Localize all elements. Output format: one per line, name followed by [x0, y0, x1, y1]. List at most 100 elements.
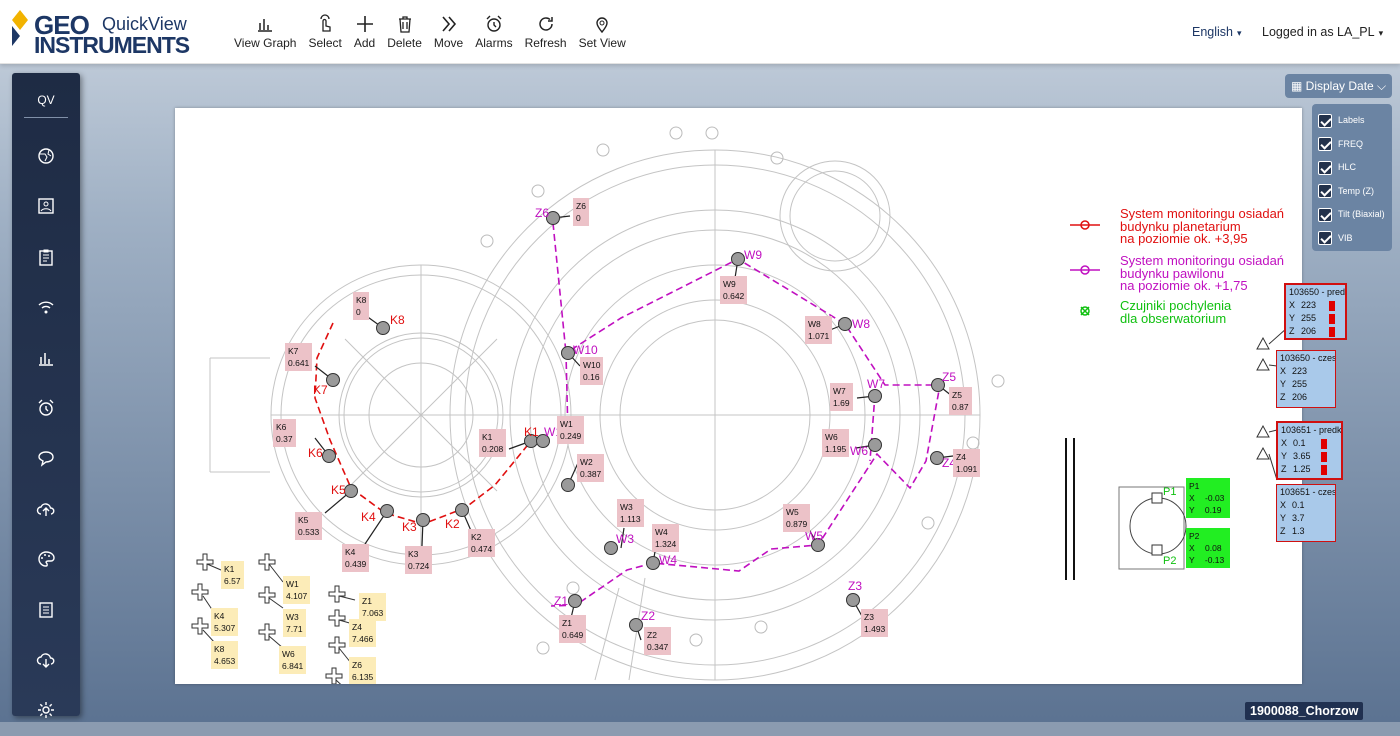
- sidebar-item-bar-chart[interactable]: [36, 348, 56, 368]
- point-label-k1[interactable]: K1 0.208: [479, 429, 507, 457]
- user-menu[interactable]: Logged in as LA_PL ▾: [1262, 25, 1383, 39]
- sidebar-item-image[interactable]: [36, 196, 56, 216]
- point-value: 0.347: [647, 642, 669, 652]
- checkbox-checked-icon[interactable]: [1318, 184, 1332, 199]
- point-label-z2[interactable]: Z2 0.347: [644, 627, 672, 655]
- point-name: K3: [408, 549, 419, 559]
- refresh-button[interactable]: Refresh: [519, 14, 573, 58]
- point-label-k7[interactable]: K7 0.641: [285, 343, 313, 371]
- point-label-w10[interactable]: W10 0.16: [580, 357, 604, 385]
- sidebar-item-wireless[interactable]: [36, 297, 56, 317]
- sensor-label-k1[interactable]: K1 6.57: [221, 561, 244, 589]
- tilt-title: 103650 - predk: [1289, 287, 1347, 297]
- point-name: W6: [825, 432, 838, 442]
- tilt-readout-box[interactable]: 103651 - predk X 0.1 Y 3.65 Z 1.25: [1276, 421, 1343, 480]
- display-date-button[interactable]: ▦ Display Date ⌵: [1285, 74, 1392, 98]
- point-label-z1[interactable]: Z1 0.649: [559, 615, 587, 643]
- sensor-label-k4[interactable]: K4 5.307: [211, 608, 239, 636]
- layer-toggle-freq[interactable]: FREQ: [1318, 136, 1363, 154]
- cloud-upload-icon: [36, 503, 55, 516]
- alarms-button[interactable]: Alarms: [469, 14, 518, 58]
- point-value: 0: [576, 213, 581, 223]
- point-label-z6[interactable]: Z6 0: [573, 198, 589, 226]
- layer-toggle-labels[interactable]: Labels: [1318, 112, 1365, 130]
- layer-toggle-tilt-biaxial-[interactable]: Tilt (Biaxial): [1318, 206, 1385, 224]
- checkbox-checked-icon[interactable]: [1318, 160, 1332, 175]
- tilt-readout-box[interactable]: 103651 - czest X 0.1 Y 3.7 Z 1.3: [1276, 484, 1336, 542]
- svg-text:Z5: Z5: [942, 370, 956, 384]
- logo-mark-icon: [12, 10, 28, 46]
- point-label-k6[interactable]: K6 0.37: [273, 419, 296, 447]
- point-label-z4[interactable]: Z4 1.091: [953, 449, 981, 477]
- sidebar-item-clipboard[interactable]: [36, 247, 56, 267]
- point-label-w9[interactable]: W9 0.642: [720, 276, 748, 304]
- pointer-hand-icon: [320, 14, 331, 32]
- point-label-w8[interactable]: W8 1.071: [805, 316, 833, 344]
- select-button[interactable]: Select: [302, 14, 347, 58]
- checkbox-checked-icon[interactable]: [1318, 137, 1332, 152]
- point-label-k8[interactable]: K8 0: [353, 292, 370, 320]
- tilt-sensor-p2[interactable]: P2 X 0.08 Y -0.13: [1186, 528, 1230, 568]
- checkbox-checked-icon[interactable]: [1318, 113, 1332, 128]
- tilt-readout-box[interactable]: 103650 - czest X 223 Y 255 Z 206: [1276, 350, 1336, 408]
- checkbox-checked-icon[interactable]: [1318, 231, 1332, 246]
- point-label-k3[interactable]: K3 0.724: [405, 546, 433, 574]
- layer-toggle-vib[interactable]: VIB: [1318, 230, 1353, 248]
- axis-label: X: [1280, 500, 1287, 510]
- sidebar-item-gear[interactable]: [36, 700, 56, 720]
- map-pin-icon: [596, 17, 608, 34]
- point-label-w6[interactable]: W6 1.195: [822, 429, 850, 457]
- sidebar-item-globe[interactable]: [36, 146, 56, 166]
- set-view-button[interactable]: Set View: [573, 14, 632, 58]
- point-label-k4[interactable]: K4 0.439: [342, 544, 370, 572]
- sensor-label-w1[interactable]: W1 4.107: [283, 576, 311, 604]
- sidebar-item-cloud-download[interactable]: [36, 650, 56, 670]
- point-label-w1[interactable]: W1 0.249: [557, 416, 585, 444]
- checkbox-checked-icon[interactable]: [1318, 207, 1332, 222]
- sensor-label-k8[interactable]: K8 4.653: [211, 641, 239, 669]
- point-label-k2[interactable]: K2 0.474: [468, 529, 496, 557]
- layer-toggle-temp-z-[interactable]: Temp (Z): [1318, 183, 1374, 201]
- sensor-label-z6[interactable]: Z6 6.135: [349, 657, 377, 684]
- toolbar-label: Move: [433, 36, 464, 50]
- view-graph-button[interactable]: View Graph: [228, 14, 302, 58]
- sidebar-item-cloud-upload[interactable]: [36, 499, 56, 519]
- sidebar-item-palette[interactable]: [36, 549, 56, 569]
- toolbar-label: Add: [353, 36, 376, 50]
- sidebar-item-document[interactable]: [36, 600, 56, 620]
- sensor-label-w3[interactable]: W3 7.71: [283, 609, 306, 637]
- point-label-k5[interactable]: K5 0.533: [295, 512, 323, 540]
- sensor-label-z1[interactable]: Z1 7.063: [359, 593, 387, 621]
- axis-label: Y: [1289, 313, 1296, 323]
- geo-instruments-logo[interactable]: GEO QuickView INSTRUMENTS: [10, 8, 210, 58]
- point-value: 1.69: [833, 398, 850, 408]
- point-label-w2[interactable]: W2 0.387: [577, 454, 605, 482]
- floor-plan-canvas[interactable]: K8 K7 K6 K5 K4 K3 K2 K1 W1 W10 W3 W4 W5 W6 W7 W8 W9…: [175, 108, 1302, 684]
- sidebar-item-chat[interactable]: [36, 448, 56, 468]
- point-label-w7[interactable]: W7 1.69: [830, 383, 853, 411]
- layer-toggle-hlc[interactable]: HLC: [1318, 159, 1356, 177]
- sensor-label-w6[interactable]: W6 6.841: [279, 646, 307, 674]
- point-label-w5[interactable]: W5 0.879: [783, 504, 811, 532]
- tilt-readout-box[interactable]: 103650 - predk X 223 Y 255 Z 206: [1284, 283, 1347, 340]
- point-value: 1.091: [956, 464, 978, 474]
- delete-button[interactable]: Delete: [381, 14, 428, 58]
- point-name: K4: [345, 547, 356, 557]
- tilt-sensor-p1[interactable]: P1 X -0.03 Y 0.19: [1186, 478, 1230, 518]
- sidebar-title[interactable]: QV: [12, 93, 80, 107]
- toolbar-label: Select: [308, 36, 342, 50]
- horizontal-scrollbar[interactable]: [0, 722, 1400, 736]
- sidebar-item-alarm[interactable]: [36, 398, 56, 418]
- point-label-z5[interactable]: Z5 0.87: [949, 387, 972, 415]
- svg-text:W6: W6: [850, 444, 868, 458]
- point-label-w3[interactable]: W3 1.113: [617, 499, 644, 527]
- sensor-label-z4[interactable]: Z4 7.466: [349, 619, 377, 647]
- point-label-z3[interactable]: Z3 1.493: [861, 609, 889, 637]
- add-button[interactable]: Add: [348, 14, 381, 58]
- point-name: Z3: [864, 612, 874, 622]
- sensor-value: 5.307: [214, 623, 236, 633]
- move-button[interactable]: Move: [428, 14, 469, 58]
- language-dropdown[interactable]: English ▾: [1192, 25, 1242, 39]
- point-name: K6: [276, 422, 287, 432]
- point-label-w4[interactable]: W4 1.324: [652, 524, 680, 552]
